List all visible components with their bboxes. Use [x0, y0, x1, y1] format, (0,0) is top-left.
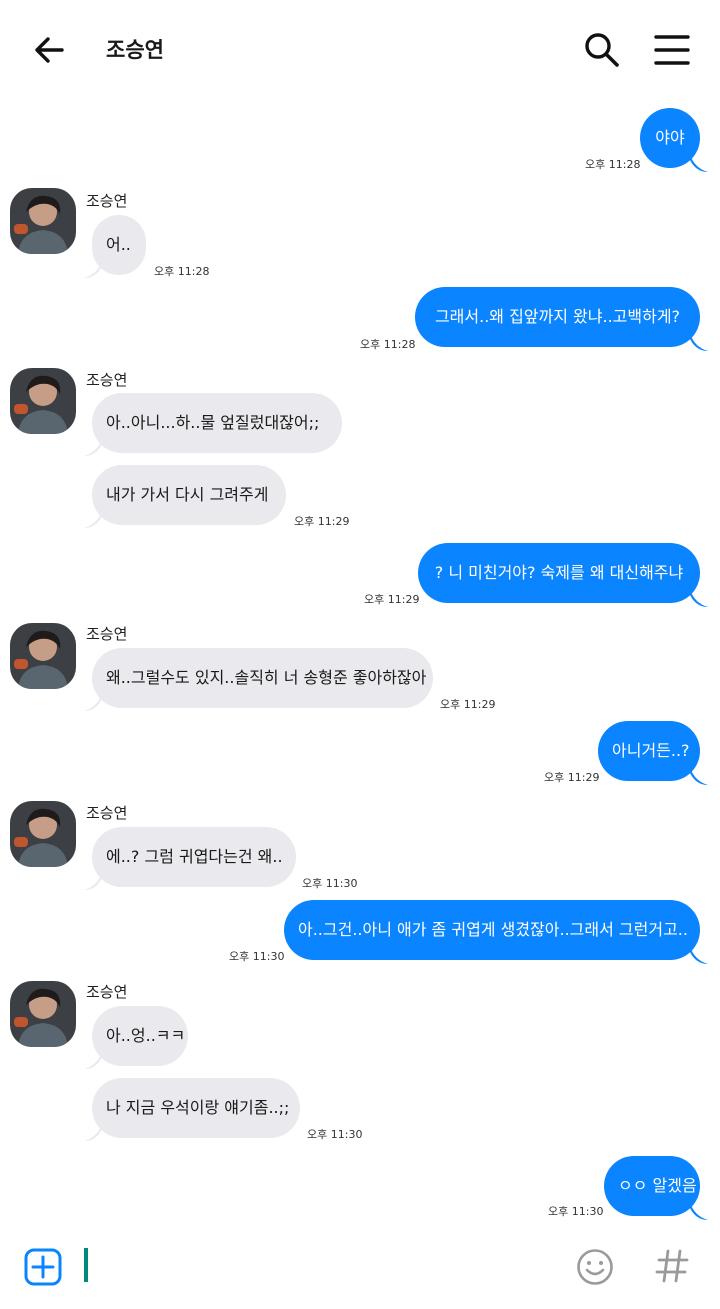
message-time: 오후 11:28 — [360, 338, 416, 351]
bubble-tail — [690, 589, 708, 607]
sender-name: 조승연 — [86, 804, 128, 822]
bubble-tail — [84, 693, 102, 711]
avatar[interactable] — [10, 623, 76, 689]
avatar[interactable] — [10, 368, 76, 434]
bubble-tail — [690, 333, 708, 351]
sender-name: 조승연 — [86, 625, 128, 643]
search-icon[interactable] — [582, 30, 622, 70]
message-time: 오후 11:29 — [544, 771, 600, 784]
menu-icon[interactable] — [652, 30, 692, 70]
message-time: 오후 11:29 — [440, 698, 496, 711]
bubble-tail — [84, 872, 102, 890]
incoming-message[interactable]: 아..아니...하..물 엎질렀대잖어;; — [92, 393, 342, 453]
sender-name: 조승연 — [86, 371, 128, 389]
outgoing-message[interactable]: 아..그건..아니 애가 좀 귀엽게 생겼잖아..그래서 그런거고.. — [284, 900, 700, 960]
outgoing-message[interactable]: ㅇㅇ 알겠음 — [604, 1156, 700, 1216]
chat-header: 조승연 — [0, 0, 720, 96]
message-time: 오후 11:30 — [229, 950, 285, 963]
message-time: 오후 11:30 — [307, 1128, 363, 1141]
add-attachment-icon[interactable] — [24, 1248, 62, 1286]
avatar[interactable] — [10, 188, 76, 254]
emoji-icon[interactable] — [576, 1248, 614, 1286]
bubble-tail — [690, 767, 708, 785]
hashtag-icon[interactable] — [652, 1246, 692, 1286]
back-arrow-icon[interactable] — [30, 30, 70, 70]
outgoing-message[interactable]: 그래서..왜 집앞까지 왔냐..고백하게? — [415, 287, 700, 347]
sender-name: 조승연 — [86, 983, 128, 1001]
bubble-tail — [690, 154, 708, 172]
incoming-message[interactable]: 아..엉..ㅋㅋ — [92, 1006, 188, 1066]
sender-name: 조승연 — [86, 192, 128, 210]
message-time: 오후 11:30 — [548, 1205, 604, 1218]
composer-bar — [0, 1236, 720, 1309]
message-time: 오후 11:28 — [585, 158, 641, 171]
avatar[interactable] — [10, 801, 76, 867]
message-input-cursor[interactable] — [84, 1248, 88, 1282]
incoming-message[interactable]: 나 지금 우석이랑 얘기좀..;; — [92, 1078, 300, 1138]
bubble-tail — [84, 1051, 102, 1069]
outgoing-message[interactable]: 아니거든..? — [598, 721, 700, 781]
bubble-tail — [84, 438, 102, 456]
outgoing-message[interactable]: ? 니 미친거야? 숙제를 왜 대신해주냐 — [418, 543, 700, 603]
incoming-message[interactable]: 왜..그럴수도 있지..솔직히 너 송형준 좋아하잖아 — [92, 648, 433, 708]
incoming-message[interactable]: 내가 가서 다시 그려주게 — [92, 465, 286, 525]
chat-title: 조승연 — [106, 38, 164, 62]
message-time: 오후 11:30 — [302, 877, 358, 890]
bubble-tail — [84, 1123, 102, 1141]
bubble-tail — [690, 946, 708, 964]
bubble-tail — [84, 260, 102, 278]
avatar[interactable] — [10, 981, 76, 1047]
message-time: 오후 11:29 — [294, 515, 350, 528]
incoming-message[interactable]: 에..? 그럼 귀엽다는건 왜.. — [92, 827, 296, 887]
bubble-tail — [84, 510, 102, 528]
bubble-tail — [690, 1202, 708, 1220]
message-time: 오후 11:29 — [364, 593, 420, 606]
message-time: 오후 11:28 — [154, 265, 210, 278]
